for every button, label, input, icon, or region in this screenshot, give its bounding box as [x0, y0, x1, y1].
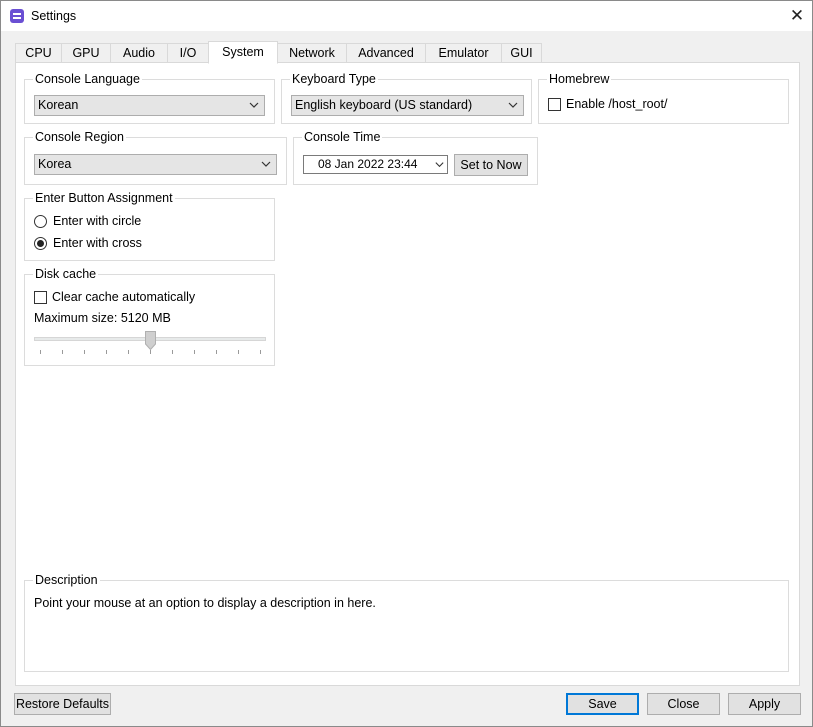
tab-cpu[interactable]: CPU [15, 43, 62, 63]
keyboard-type-group: Keyboard Type English keyboard (US stand… [281, 71, 532, 124]
slider-tick [216, 350, 217, 354]
console-time-group: Console Time 08 Jan 2022 23:44 Set to No… [293, 129, 538, 185]
tab-emulator[interactable]: Emulator [425, 43, 502, 63]
console-time-picker[interactable]: 08 Jan 2022 23:44 [303, 155, 448, 174]
console-language-group: Console Language Korean [24, 71, 275, 124]
title-bar: Settings ✕ [1, 1, 812, 32]
keyboard-type-title: Keyboard Type [290, 71, 378, 87]
tab-network[interactable]: Network [277, 43, 347, 63]
description-group: Description Point your mouse at an optio… [24, 572, 789, 672]
slider-tick [40, 350, 41, 354]
homebrew-title: Homebrew [547, 71, 612, 87]
slider-tick [194, 350, 195, 354]
enter-cross-label: Enter with cross [53, 236, 142, 250]
chevron-down-icon [249, 102, 259, 108]
window-title: Settings [31, 9, 77, 23]
slider-tick [128, 350, 129, 354]
console-language-title: Console Language [33, 71, 142, 87]
window-close-button[interactable]: ✕ [783, 4, 811, 28]
description-text: Point your mouse at an option to display… [34, 596, 376, 610]
clear-cache-checkbox[interactable] [34, 291, 47, 304]
slider-tick [62, 350, 63, 354]
slider-tick [84, 350, 85, 354]
tab-gpu[interactable]: GPU [61, 43, 111, 63]
slider-tick [238, 350, 239, 354]
keyboard-type-select[interactable]: English keyboard (US standard) [291, 95, 524, 116]
close-button[interactable]: Close [647, 693, 720, 715]
disk-cache-group: Disk cache Clear cache automatically Max… [24, 266, 275, 366]
settings-window: Settings ✕ CPU GPU Audio I/O System Netw… [0, 0, 813, 727]
apply-button[interactable]: Apply [728, 693, 801, 715]
host-root-label: Enable /host_root/ [566, 97, 668, 111]
tab-gui[interactable]: GUI [501, 43, 542, 63]
disk-cache-title: Disk cache [33, 266, 99, 282]
tab-system[interactable]: System [208, 41, 278, 64]
slider-tick [260, 350, 261, 354]
enter-button-title: Enter Button Assignment [33, 190, 175, 206]
keyboard-type-value: English keyboard (US standard) [295, 98, 473, 112]
tab-advanced[interactable]: Advanced [346, 43, 426, 63]
enter-button-group: Enter Button Assignment Enter with circl… [24, 190, 275, 261]
clear-cache-label: Clear cache automatically [52, 290, 196, 304]
console-language-value: Korean [38, 98, 79, 112]
console-region-value: Korea [38, 157, 72, 171]
chevron-down-icon [508, 102, 518, 108]
console-time-value: 08 Jan 2022 23:44 [318, 157, 418, 171]
restore-defaults-button[interactable]: Restore Defaults [14, 693, 111, 715]
console-region-title: Console Region [33, 129, 126, 145]
description-title: Description [33, 572, 100, 588]
console-region-select[interactable]: Korea [34, 154, 277, 175]
host-root-checkbox[interactable] [548, 98, 561, 111]
cache-size-slider-thumb[interactable] [145, 331, 156, 350]
save-button[interactable]: Save [566, 693, 639, 715]
console-time-title: Console Time [302, 129, 383, 145]
homebrew-group: Homebrew Enable /host_root/ [538, 71, 789, 124]
slider-tick [172, 350, 173, 354]
app-icon [10, 9, 24, 23]
chevron-down-icon [435, 162, 444, 168]
tab-audio[interactable]: Audio [110, 43, 168, 63]
enter-circle-radio[interactable] [34, 215, 47, 228]
console-region-group: Console Region Korea [24, 129, 287, 185]
set-to-now-button[interactable]: Set to Now [454, 154, 528, 176]
console-language-select[interactable]: Korean [34, 95, 265, 116]
max-size-label: Maximum size: 5120 MB [34, 311, 171, 325]
slider-tick [150, 350, 151, 354]
slider-tick [106, 350, 107, 354]
enter-cross-radio[interactable] [34, 237, 47, 250]
tab-io[interactable]: I/O [167, 43, 209, 63]
chevron-down-icon [261, 161, 271, 167]
enter-circle-label: Enter with circle [53, 214, 142, 228]
